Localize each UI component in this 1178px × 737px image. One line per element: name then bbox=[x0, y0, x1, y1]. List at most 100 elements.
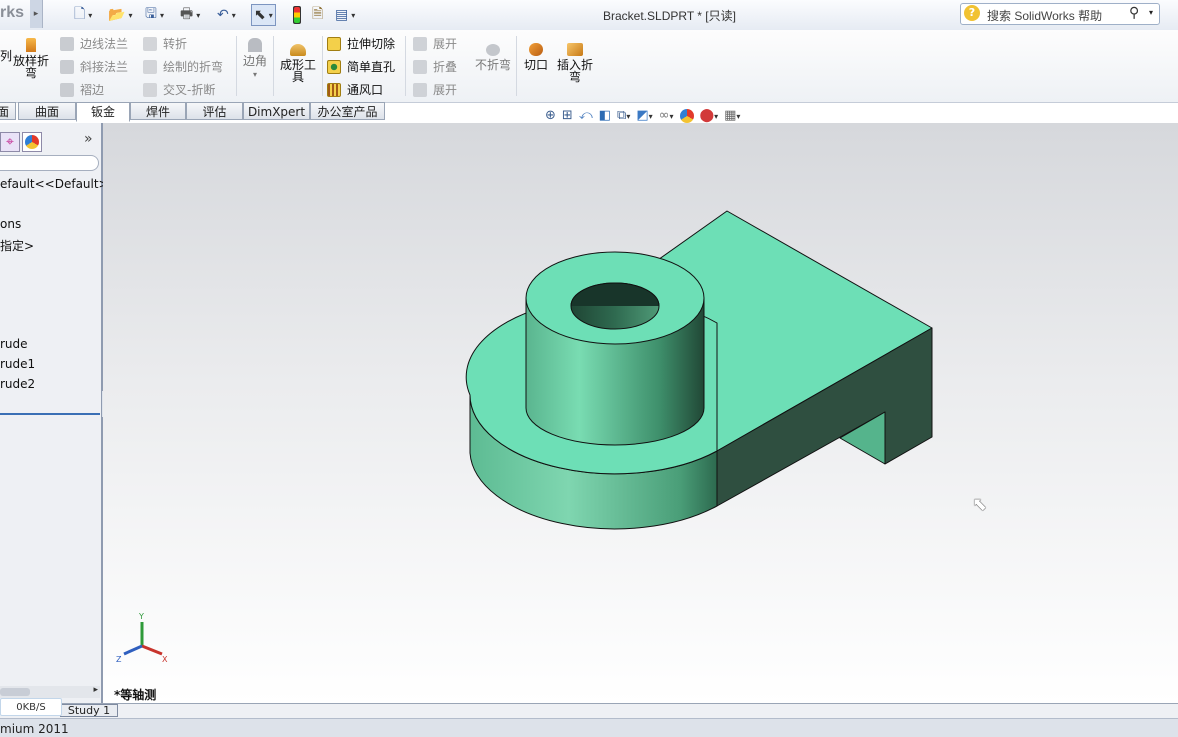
options-button[interactable]: ▤ ▾ bbox=[335, 5, 355, 25]
tab-dimxpert[interactable]: DimXpert bbox=[243, 102, 310, 120]
mouse-cursor-icon: ⬉ bbox=[972, 494, 988, 515]
bracket-model-view[interactable] bbox=[103, 123, 1178, 703]
rebuild-button[interactable] bbox=[293, 6, 301, 24]
help-question-icon: ? bbox=[964, 5, 980, 21]
tree-item-extrude1[interactable]: rude1 bbox=[0, 357, 35, 371]
miter-flange-icon bbox=[60, 59, 74, 74]
lofted-bend-button[interactable]: 放样折 弯 bbox=[12, 38, 50, 79]
ribbon-separator bbox=[405, 36, 406, 96]
tree-item-extrude[interactable]: rude bbox=[0, 337, 28, 351]
tree-item-annotations[interactable]: ons bbox=[0, 217, 21, 231]
extruded-cut-button[interactable]: 拉伸切除 bbox=[327, 35, 395, 52]
zoom-to-fit-icon[interactable]: ⊕ bbox=[545, 108, 556, 123]
no-bends-label: 不折弯 bbox=[474, 58, 511, 72]
simple-hole-icon bbox=[327, 59, 341, 74]
new-document-icon: 🗋 bbox=[74, 6, 86, 22]
save-icon: 🖫 bbox=[145, 6, 157, 22]
apply-scene-icon[interactable]: ⬤▾ bbox=[700, 108, 719, 123]
search-dropdown-icon[interactable]: ▾ bbox=[1149, 8, 1153, 17]
rip-button[interactable]: 切口 bbox=[521, 43, 551, 71]
tab-office-products[interactable]: 办公室产品 bbox=[310, 102, 385, 120]
hem-button[interactable]: 褶边 bbox=[60, 81, 104, 98]
forming-tool-button[interactable]: 成形工 具 bbox=[278, 44, 318, 83]
miter-flange-label: 斜接法兰 bbox=[80, 60, 129, 74]
corners-icon bbox=[248, 38, 262, 52]
vent-button[interactable]: 通风口 bbox=[327, 81, 383, 98]
file-properties-button[interactable]: 🗎 bbox=[312, 5, 323, 25]
section-view-icon[interactable]: ◧ bbox=[599, 108, 611, 123]
rip-label: 切口 bbox=[523, 58, 548, 72]
fold-button[interactable]: 折叠 bbox=[413, 58, 457, 75]
unfold-button[interactable]: 展开 bbox=[413, 35, 457, 52]
cursor-icon: ⬉ bbox=[254, 7, 266, 23]
corners-button[interactable]: 边角 ▾ bbox=[240, 38, 270, 81]
app-brand: rks bbox=[0, 4, 25, 21]
flatten-button[interactable]: 展开 bbox=[413, 81, 457, 98]
corners-label: 边角 bbox=[242, 54, 267, 68]
new-document-button[interactable]: 🗋 ▾ bbox=[74, 5, 92, 25]
menu-expand-arrow-icon[interactable]: ▸ bbox=[30, 0, 43, 28]
triad-y-label: Y bbox=[138, 612, 144, 621]
edge-flange-label: 边线法兰 bbox=[80, 37, 129, 51]
dimxpert-manager-icon[interactable]: ⌖ bbox=[0, 132, 20, 152]
tab-evaluate[interactable]: 评估 bbox=[186, 102, 243, 120]
panel-expand-chevron-icon[interactable]: » bbox=[84, 131, 93, 147]
fold-icon bbox=[413, 59, 427, 74]
jog-icon bbox=[143, 36, 157, 51]
bottom-tab-bar bbox=[0, 703, 1178, 718]
ribbon-separator bbox=[516, 36, 517, 96]
search-icon[interactable]: ⚲ bbox=[1129, 5, 1139, 21]
hide-show-items-icon[interactable]: ∞▾ bbox=[659, 108, 674, 123]
vent-icon bbox=[327, 82, 341, 97]
tab-weldments[interactable]: 焊件 bbox=[130, 102, 186, 120]
display-style-icon[interactable]: ◩▾ bbox=[636, 108, 652, 123]
select-button[interactable]: ⬉ ▾ bbox=[251, 4, 276, 26]
status-bar: mium 2011 bbox=[0, 718, 1178, 737]
undo-button[interactable]: ↶ ▾ bbox=[217, 5, 236, 25]
options-icon: ▤ bbox=[335, 7, 349, 23]
cross-break-label: 交叉-折断 bbox=[163, 83, 216, 97]
cross-break-icon bbox=[143, 82, 157, 97]
display-manager-tab[interactable] bbox=[22, 132, 42, 152]
sketched-bend-icon bbox=[143, 59, 157, 74]
ribbon-separator bbox=[236, 36, 237, 96]
tab-surfaces[interactable]: 曲面 bbox=[18, 102, 76, 120]
panel-filter-input[interactable] bbox=[0, 155, 99, 171]
forming-tool-label-bottom: 具 bbox=[291, 70, 304, 84]
help-search-box[interactable]: ? 搜索 SolidWorks 帮助 ⚲ ▾ bbox=[960, 3, 1160, 25]
triad-x-axis bbox=[141, 644, 163, 656]
print-button[interactable]: 🖶 ▾ bbox=[180, 5, 200, 25]
tab-features[interactable]: 面 bbox=[0, 102, 16, 120]
tab-study-1[interactable]: Study 1 bbox=[60, 704, 118, 717]
edit-appearance-icon[interactable] bbox=[679, 108, 694, 123]
open-button[interactable]: 📂 ▾ bbox=[108, 5, 132, 25]
sketched-bend-button[interactable]: 绘制的折弯 bbox=[143, 58, 223, 75]
insert-bends-label-bottom: 弯 bbox=[568, 70, 581, 84]
jog-button[interactable]: 转折 bbox=[143, 35, 187, 52]
miter-flange-button[interactable]: 斜接法兰 bbox=[60, 58, 128, 75]
search-input[interactable]: 搜索 SolidWorks 帮助 bbox=[987, 7, 1102, 24]
panel-horizontal-scrollbar[interactable]: ▸ bbox=[0, 685, 100, 698]
cross-break-button[interactable]: 交叉-折断 bbox=[143, 81, 215, 98]
scroll-right-icon[interactable]: ▸ bbox=[93, 685, 98, 695]
insert-bends-button[interactable]: 插入折 弯 bbox=[555, 43, 595, 83]
ribbon-partial-label: 列 bbox=[0, 49, 13, 63]
edge-flange-button[interactable]: 边线法兰 bbox=[60, 35, 128, 52]
previous-view-icon[interactable]: ⤺ bbox=[579, 108, 593, 123]
open-folder-icon: 📂 bbox=[108, 7, 126, 23]
fold-label: 折叠 bbox=[433, 60, 458, 74]
zoom-to-area-icon[interactable]: ⊞ bbox=[562, 108, 573, 123]
simple-hole-button[interactable]: 简单直孔 bbox=[327, 58, 395, 75]
tab-sheet-metal[interactable]: 钣金 bbox=[76, 102, 130, 122]
tree-item-material[interactable]: 指定> bbox=[0, 237, 34, 254]
view-settings-icon[interactable]: ▦▾ bbox=[724, 108, 740, 123]
properties-icon: 🗎 bbox=[312, 6, 324, 22]
title-bar: rks ▸ 🗋 ▾ 📂 ▾ 🖫 ▾ 🖶 ▾ ↶ ▾ ⬉ ▾ 🗎 ▤ ▾ Bracket.SLD… bbox=[0, 0, 1178, 31]
flatten-icon bbox=[413, 82, 427, 97]
rollback-bar[interactable] bbox=[0, 413, 100, 415]
view-orientation-icon[interactable]: ⧉▾ bbox=[617, 108, 630, 123]
save-button[interactable]: 🖫 ▾ bbox=[145, 5, 164, 25]
tree-item-extrude2[interactable]: rude2 bbox=[0, 377, 35, 391]
no-bends-button[interactable]: 不折弯 bbox=[472, 44, 514, 71]
configuration-label[interactable]: efault<<Default>_ bbox=[0, 177, 115, 191]
